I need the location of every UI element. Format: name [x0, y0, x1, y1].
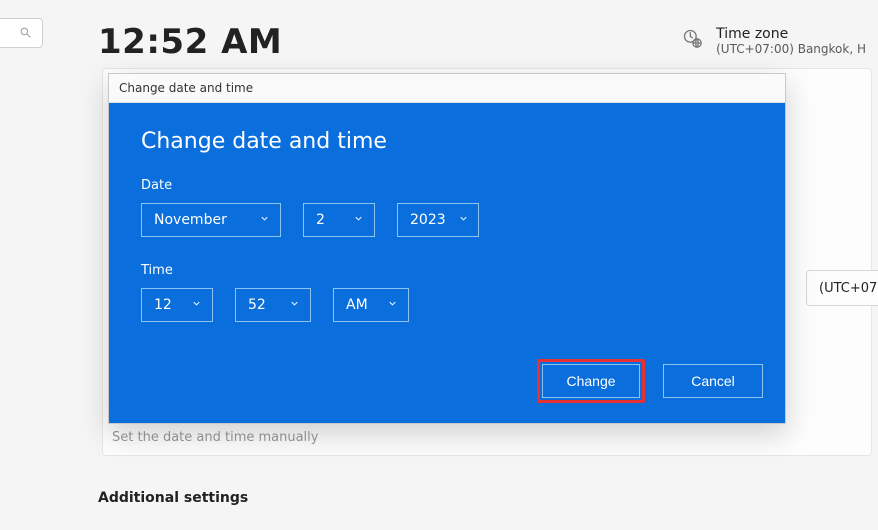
- time-label: Time: [141, 263, 753, 278]
- chevron-down-icon: [289, 297, 300, 313]
- chevron-down-icon: [458, 212, 469, 228]
- dialog-titlebar: Change date and time: [109, 74, 785, 103]
- chevron-down-icon: [191, 297, 202, 313]
- change-button[interactable]: Change: [542, 364, 640, 398]
- ampm-value: AM: [346, 297, 368, 313]
- additional-settings-heading: Additional settings: [98, 490, 248, 506]
- chevron-down-icon: [387, 297, 398, 313]
- timezone-title: Time zone: [716, 26, 866, 42]
- search-icon: [19, 24, 32, 43]
- year-select[interactable]: 2023: [397, 203, 479, 237]
- minute-value: 52: [248, 297, 266, 313]
- change-button-highlight: Change: [537, 359, 645, 403]
- chevron-down-icon: [353, 212, 364, 228]
- dialog-heading: Change date and time: [141, 129, 753, 154]
- day-value: 2: [316, 212, 325, 228]
- hour-value: 12: [154, 297, 172, 313]
- day-select[interactable]: 2: [303, 203, 375, 237]
- year-value: 2023: [410, 212, 446, 228]
- cancel-button[interactable]: Cancel: [663, 364, 763, 398]
- change-date-time-dialog: Change date and time Change date and tim…: [108, 73, 786, 424]
- clock-globe-icon: [682, 28, 702, 48]
- minute-select[interactable]: 52: [235, 288, 311, 322]
- month-select[interactable]: November: [141, 203, 281, 237]
- date-label: Date: [141, 178, 753, 193]
- timezone-info: Time zone (UTC+07:00) Bangkok, H: [682, 26, 866, 56]
- chevron-down-icon: [259, 212, 270, 228]
- month-value: November: [154, 212, 227, 228]
- timezone-value: (UTC+07:00) Bangkok, H: [716, 42, 866, 56]
- manual-set-hint: Set the date and time manually: [112, 430, 318, 445]
- search-input[interactable]: [0, 18, 43, 48]
- ampm-select[interactable]: AM: [333, 288, 409, 322]
- hour-select[interactable]: 12: [141, 288, 213, 322]
- timezone-dropdown[interactable]: (UTC+07:00: [806, 270, 878, 306]
